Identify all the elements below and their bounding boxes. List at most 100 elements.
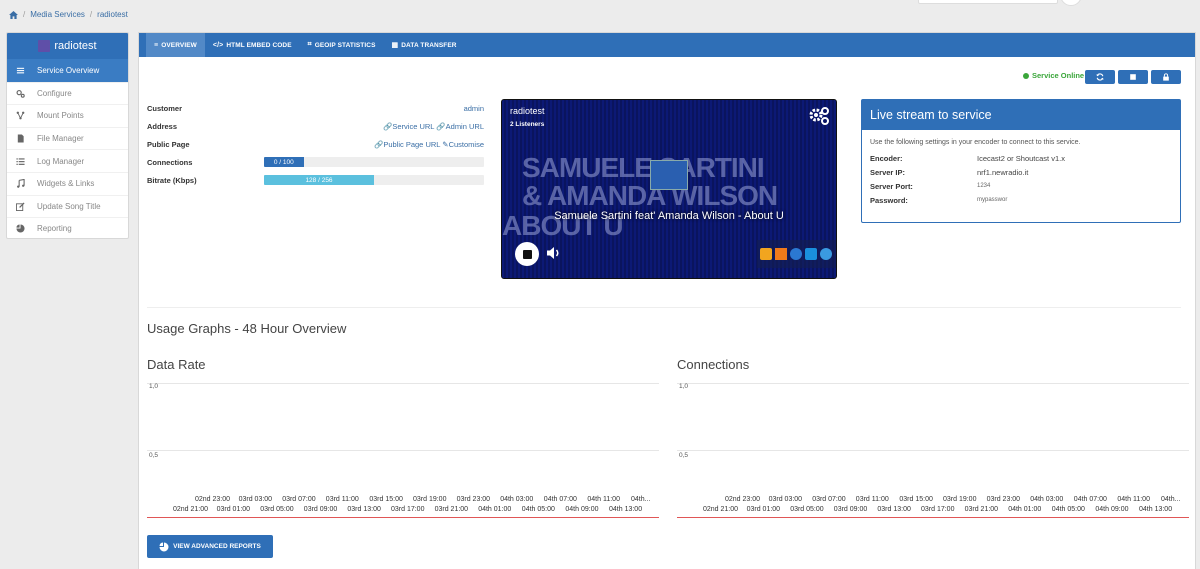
- y-tick-label: 1,0: [149, 383, 159, 390]
- sidebar: radiotest Service Overview Configure Mou…: [6, 32, 129, 239]
- area-chart-icon: ⌗: [307, 41, 312, 48]
- album-cover: [650, 160, 688, 190]
- tab-geoip-statistics[interactable]: ⌗ GEOIP STATISTICS: [300, 33, 384, 57]
- x-tick-label: 03rd 11:00: [855, 496, 889, 503]
- table-icon: ▦: [391, 42, 399, 49]
- top-search-input[interactable]: [918, 0, 1058, 4]
- public-page-url-link[interactable]: Public Page URL: [383, 140, 440, 149]
- x-tick-label: 03rd 15:00: [369, 496, 403, 503]
- wmp-icon[interactable]: [805, 248, 817, 260]
- x-tick-label: 04th 01:00: [478, 506, 512, 513]
- y-tick-label: 1,0: [679, 383, 689, 390]
- volume-icon[interactable]: [546, 245, 562, 261]
- x-tick-label: 03rd 17:00: [391, 506, 425, 513]
- refresh-icon: [1096, 73, 1104, 81]
- x-axis-line: [147, 517, 659, 518]
- home-icon[interactable]: [9, 10, 18, 19]
- sidebar-item-mount-points[interactable]: Mount Points: [7, 104, 128, 127]
- lock-button[interactable]: [1151, 70, 1181, 84]
- sidebar-item-log-manager[interactable]: Log Manager: [7, 149, 128, 172]
- tab-data-transfer[interactable]: ▦ DATA TRANSFER: [384, 33, 465, 57]
- refresh-button[interactable]: [1085, 70, 1115, 84]
- x-tick-label: 03rd 05:00: [790, 506, 824, 513]
- tab-label: DATA TRANSFER: [401, 41, 457, 49]
- admin-url-link[interactable]: Admin URL: [446, 122, 484, 131]
- address-row: Address 🔗Service URL 🔗Admin URL: [147, 120, 484, 132]
- sidebar-item-label: File Manager: [37, 134, 84, 144]
- x-tick-label: 03rd 13:00: [877, 506, 911, 513]
- sidebar-item-service-overview[interactable]: Service Overview: [7, 59, 128, 82]
- pie-chart-icon: [16, 224, 25, 234]
- sidebar-item-label: Widgets & Links: [37, 179, 95, 189]
- realplayer-icon[interactable]: [820, 248, 832, 260]
- bars-icon: [16, 66, 25, 75]
- x-tick-label: 04th 05:00: [1051, 506, 1085, 513]
- server-ip-label: Server IP:: [870, 167, 906, 177]
- x-tick-label: 03rd 15:00: [899, 496, 933, 503]
- breadcrumb-media-services[interactable]: Media Services: [30, 10, 85, 19]
- public-page-row: Public Page 🔗Public Page URL ✎Customise: [147, 138, 484, 150]
- breadcrumb-radiotest[interactable]: radiotest: [97, 10, 128, 19]
- tab-html-embed-code[interactable]: </> HTML EMBED CODE: [205, 33, 300, 57]
- tab-overview[interactable]: ≡ OVERVIEW: [146, 33, 205, 57]
- x-tick-label: 02nd 21:00: [173, 506, 209, 513]
- x-tick-label: 04th 13:00: [1139, 506, 1173, 513]
- status-badge: Service Online: [1023, 71, 1084, 80]
- x-tick-label: 04th...: [1161, 496, 1181, 503]
- connections-graph-title: Connections: [677, 357, 750, 372]
- x-tick-label: 03rd 05:00: [260, 506, 294, 513]
- breadcrumb: / Media Services / radiotest: [9, 10, 128, 19]
- data-rate-graph: 1,0 0,5 02nd 23:00 03rd 03:00 03rd 07:00 03…: [147, 378, 659, 518]
- sidebar-header: radiotest: [7, 33, 128, 59]
- file-icon: [16, 134, 25, 143]
- sitemap-icon: [16, 111, 25, 120]
- player-stop-button[interactable]: [515, 242, 539, 266]
- stop-icon: [522, 249, 532, 259]
- button-label: VIEW ADVANCED REPORTS: [173, 543, 261, 550]
- sidebar-item-configure[interactable]: Configure: [7, 81, 128, 105]
- stop-button[interactable]: [1118, 70, 1148, 84]
- live-stream-title: Live stream to service: [862, 100, 1180, 130]
- bars-icon: ≡: [154, 41, 159, 49]
- x-tick-label: 04th 09:00: [565, 506, 599, 513]
- x-tick-label: 03rd 09:00: [303, 506, 338, 513]
- vlc-icon[interactable]: [775, 248, 787, 260]
- music-icon: [16, 179, 25, 189]
- live-stream-description: Use the following settings in your encod…: [870, 139, 1081, 146]
- winamp-icon[interactable]: [760, 248, 772, 260]
- station-logo-icon: [38, 40, 51, 52]
- x-tick-label: 03rd 03:00: [238, 496, 273, 503]
- tab-label: GEOIP STATISTICS: [314, 41, 376, 49]
- x-tick-label: 03rd 23:00: [456, 496, 491, 503]
- service-url-link[interactable]: Service URL: [392, 122, 434, 131]
- x-tick-label: 03rd 23:00: [986, 496, 1021, 503]
- x-axis-line: [677, 517, 1189, 518]
- sidebar-item-update-song-title[interactable]: Update Song Title: [7, 194, 128, 218]
- x-tick-label: 02nd 21:00: [703, 506, 739, 513]
- sidebar-item-widgets-links[interactable]: Widgets & Links: [7, 171, 128, 195]
- customer-row: Customer admin: [147, 102, 484, 114]
- cogs-icon: [16, 89, 25, 98]
- bitrate-progress: 128 / 256: [264, 175, 484, 185]
- breadcrumb-separator: /: [23, 10, 26, 19]
- itunes-icon[interactable]: [790, 248, 802, 260]
- y-tick-label: 0,5: [149, 452, 159, 459]
- lock-icon: [1163, 73, 1169, 81]
- view-advanced-reports-button[interactable]: VIEW ADVANCED REPORTS: [147, 535, 273, 558]
- sidebar-item-file-manager[interactable]: File Manager: [7, 126, 128, 150]
- x-tick-label: 04th 09:00: [1095, 506, 1129, 513]
- gear-icon[interactable]: [808, 106, 830, 126]
- x-tick-label: 03rd 13:00: [347, 506, 381, 513]
- customer-link[interactable]: admin: [464, 104, 484, 113]
- bitrate-progress-fill: 128 / 256: [264, 175, 374, 185]
- password-value: mypasswor: [977, 197, 1008, 203]
- customise-link[interactable]: Customise: [449, 140, 484, 149]
- x-tick-label: 04th 07:00: [1073, 496, 1107, 503]
- user-avatar[interactable]: [1060, 0, 1082, 6]
- player-widget: SAMUELE SARTINI & AMANDA WILSON ABOUT U …: [501, 99, 837, 279]
- sidebar-item-reporting[interactable]: Reporting: [7, 217, 128, 238]
- sidebar-item-label: Mount Points: [37, 111, 84, 121]
- x-tick-label: 03rd 21:00: [964, 506, 999, 513]
- sidebar-item-label: Update Song Title: [37, 201, 101, 211]
- x-tick-label: 03rd 03:00: [768, 496, 803, 503]
